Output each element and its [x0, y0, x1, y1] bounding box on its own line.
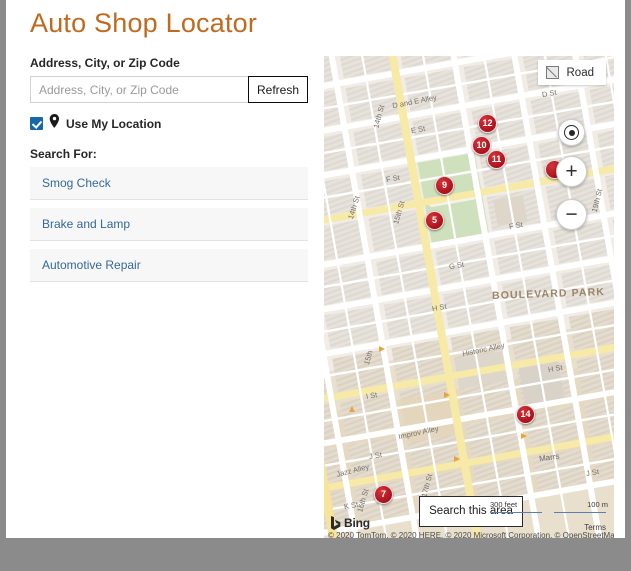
use-my-location-checkbox[interactable]: [30, 117, 43, 130]
zoom-in-button[interactable]: +: [556, 156, 587, 187]
map-canvas[interactable]: BOULEVARD PARK D St D and E Alley 14th S…: [324, 56, 614, 538]
page-surface: Auto Shop Locator Address, City, or Zip …: [6, 0, 625, 538]
map-pin-7[interactable]: 7: [374, 485, 393, 504]
search-option-automotive-repair[interactable]: Automotive Repair: [30, 249, 308, 282]
use-my-location-row[interactable]: Use My Location: [30, 114, 316, 133]
search-panel: Auto Shop Locator Address, City, or Zip …: [26, 0, 316, 290]
search-options-list: Smog Check Brake and Lamp Automotive Rep…: [30, 167, 308, 282]
map-pin-5[interactable]: 5: [425, 211, 444, 230]
search-input[interactable]: [30, 76, 248, 103]
search-for-label: Search For:: [30, 147, 97, 161]
map-type-button[interactable]: Road: [537, 60, 606, 85]
bing-mark-icon: [330, 516, 341, 530]
locate-target-icon: [564, 125, 579, 140]
page-title: Auto Shop Locator: [30, 8, 258, 38]
bing-wordmark: Bing: [344, 516, 370, 530]
address-input-row: Refresh: [30, 76, 308, 103]
map-pin-12[interactable]: 12: [478, 114, 497, 133]
map-attribution: © 2020 TomTom, © 2020 HERE, © 2020 Micro…: [328, 531, 614, 538]
refresh-button[interactable]: Refresh: [248, 76, 308, 103]
scale-metric-label: 100 m: [587, 500, 608, 509]
app-window: Auto Shop Locator Address, City, or Zip …: [0, 0, 631, 571]
address-field-label: Address, City, or Zip Code: [30, 56, 180, 70]
map-pin-14[interactable]: 14: [516, 405, 535, 424]
scale-imperial-label: 300 feet: [490, 500, 518, 509]
map-type-icon: [545, 66, 559, 79]
bing-logo[interactable]: Bing: [330, 516, 370, 530]
search-option-brake-and-lamp[interactable]: Brake and Lamp: [30, 208, 308, 241]
map-pin-10[interactable]: 10: [472, 136, 491, 155]
map-pin-11[interactable]: 11: [487, 150, 506, 169]
use-my-location-label: Use My Location: [66, 116, 162, 131]
locate-me-button[interactable]: [558, 119, 585, 146]
location-pin-icon: [49, 114, 60, 133]
map-scale-bar: 300 feet 100 m: [490, 500, 608, 522]
map-type-label: Road: [566, 66, 595, 79]
zoom-out-button[interactable]: −: [556, 199, 587, 230]
search-option-smog-check[interactable]: Smog Check: [30, 167, 308, 200]
map-pin-9[interactable]: 9: [435, 176, 454, 195]
